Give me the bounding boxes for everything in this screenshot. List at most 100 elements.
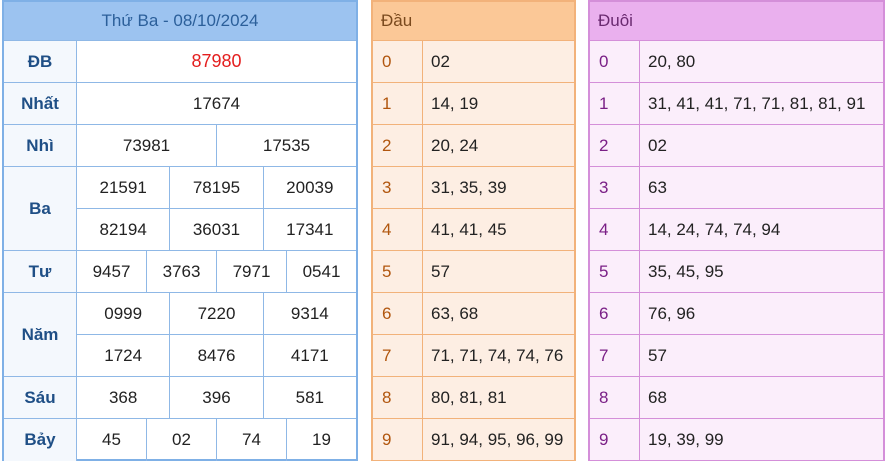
prize-number: 17341 — [262, 209, 356, 250]
duoi-digit: 9 — [590, 419, 640, 460]
duoi-digit: 5 — [590, 251, 640, 292]
dau-row: 9 91, 94, 95, 96, 99 — [373, 418, 574, 460]
dau-row: 1 14, 19 — [373, 82, 574, 124]
prize-label: Năm — [4, 293, 77, 376]
prize-number: 82194 — [99, 219, 147, 239]
dau-row: 0 02 — [373, 40, 574, 82]
duoi-row: 4 14, 24, 74, 74, 94 — [590, 208, 883, 250]
prize-number: 17535 — [216, 125, 356, 166]
dau-row: 7 71, 71, 74, 74, 76 — [373, 334, 574, 376]
dau-values: 02 — [431, 51, 450, 71]
prize-row-nam: Năm 0999 7220 9314 1724 8476 4171 — [4, 292, 356, 376]
dau-digit: 5 — [373, 251, 423, 292]
duoi-table: Đuôi 0 20, 80 1 31, 41, 41, 71, 71, 81, 81… — [588, 0, 885, 461]
dau-values: 57 — [431, 261, 450, 281]
prize-label: Bảy — [4, 419, 77, 461]
prize-row-sau: Sáu 368 396 581 — [4, 376, 356, 418]
dau-values: 14, 19 — [431, 93, 479, 113]
prize-number: 36031 — [169, 209, 262, 250]
prize-number: 581 — [262, 377, 356, 418]
results-table: Thứ Ba - 08/10/2024 ĐB 87980 Nhất 17674 … — [2, 0, 358, 461]
prize-number: 17674 — [192, 93, 241, 113]
prize-number: 87980 — [191, 51, 242, 71]
prize-number: 19 — [286, 419, 356, 461]
dau-row: 3 31, 35, 39 — [373, 166, 574, 208]
results-title: Thứ Ba - 08/10/2024 — [4, 2, 356, 40]
dau-row: 8 80, 81, 81 — [373, 376, 574, 418]
prize-number: 3763 — [146, 251, 216, 292]
duoi-row: 6 76, 96 — [590, 292, 883, 334]
prize-row-ba: Ba 21591 78195 20039 82194 36031 17341 — [4, 166, 356, 250]
duoi-digit: 3 — [590, 167, 640, 208]
dau-digit: 4 — [373, 209, 423, 250]
dau-table: Đầu 0 02 1 14, 19 2 20, 24 3 31, 35, 39 4 41,… — [371, 0, 576, 461]
duoi-values: 14, 24, 74, 74, 94 — [648, 219, 781, 239]
dau-digit: 6 — [373, 293, 423, 334]
prize-label: Ba — [4, 167, 77, 250]
prize-number: 9314 — [262, 293, 356, 334]
duoi-digit: 0 — [590, 41, 640, 82]
dau-row: 2 20, 24 — [373, 124, 574, 166]
prize-row-nhi: Nhì 73981 17535 — [4, 124, 356, 166]
prize-label: ĐB — [4, 41, 77, 82]
prize-number: 9457 — [92, 261, 131, 281]
prize-number: 21591 — [99, 177, 147, 197]
dau-values: 80, 81, 81 — [431, 387, 507, 407]
dau-values: 41, 41, 45 — [431, 219, 507, 239]
dau-row: 6 63, 68 — [373, 292, 574, 334]
duoi-row: 8 68 — [590, 376, 883, 418]
duoi-values: 02 — [648, 135, 667, 155]
dau-digit: 8 — [373, 377, 423, 418]
duoi-title: Đuôi — [590, 2, 883, 40]
duoi-values: 57 — [648, 345, 667, 365]
dau-digit: 0 — [373, 41, 423, 82]
duoi-row: 5 35, 45, 95 — [590, 250, 883, 292]
dau-title: Đầu — [373, 2, 574, 40]
dau-digit: 1 — [373, 83, 423, 124]
prize-label: Nhất — [4, 83, 77, 124]
prize-number: 78195 — [169, 167, 262, 208]
dau-digit: 9 — [373, 419, 423, 460]
prize-number: 02 — [146, 419, 216, 461]
prize-number: 7971 — [216, 251, 286, 292]
prize-number: 396 — [169, 377, 262, 418]
prize-row-db: ĐB 87980 — [4, 40, 356, 82]
duoi-row: 7 57 — [590, 334, 883, 376]
prize-label: Nhì — [4, 125, 77, 166]
prize-label: Sáu — [4, 377, 77, 418]
prize-number: 73981 — [122, 135, 171, 155]
dau-values: 71, 71, 74, 74, 76 — [431, 345, 564, 365]
dau-digit: 2 — [373, 125, 423, 166]
dau-digit: 3 — [373, 167, 423, 208]
prize-number: 7220 — [169, 293, 262, 334]
prize-number: 45 — [102, 430, 121, 449]
duoi-row: 0 20, 80 — [590, 40, 883, 82]
duoi-digit: 6 — [590, 293, 640, 334]
duoi-digit: 8 — [590, 377, 640, 418]
prize-number: 4171 — [262, 335, 356, 376]
dau-values: 91, 94, 95, 96, 99 — [431, 429, 564, 449]
duoi-row: 1 31, 41, 41, 71, 71, 81, 81, 91 — [590, 82, 883, 124]
duoi-digit: 4 — [590, 209, 640, 250]
duoi-values: 76, 96 — [648, 303, 696, 323]
duoi-row: 3 63 — [590, 166, 883, 208]
prize-number: 74 — [216, 419, 286, 461]
prize-number: 20039 — [262, 167, 356, 208]
prize-row-bay: Bảy 45 02 74 19 — [4, 418, 356, 461]
duoi-values: 31, 41, 41, 71, 71, 81, 81, 91 — [648, 93, 866, 113]
prize-row-tu: Tư 9457 3763 7971 0541 — [4, 250, 356, 292]
duoi-values: 35, 45, 95 — [648, 261, 724, 281]
dau-row: 4 41, 41, 45 — [373, 208, 574, 250]
duoi-row: 2 02 — [590, 124, 883, 166]
dau-row: 5 57 — [373, 250, 574, 292]
dau-digit: 7 — [373, 335, 423, 376]
duoi-values: 20, 80 — [648, 51, 696, 71]
prize-number: 0541 — [286, 251, 356, 292]
prize-label: Tư — [4, 251, 77, 292]
dau-values: 20, 24 — [431, 135, 479, 155]
prize-number: 368 — [108, 387, 138, 407]
prize-number: 0999 — [104, 303, 143, 323]
duoi-digit: 7 — [590, 335, 640, 376]
prize-row-nhat: Nhất 17674 — [4, 82, 356, 124]
duoi-row: 9 19, 39, 99 — [590, 418, 883, 460]
